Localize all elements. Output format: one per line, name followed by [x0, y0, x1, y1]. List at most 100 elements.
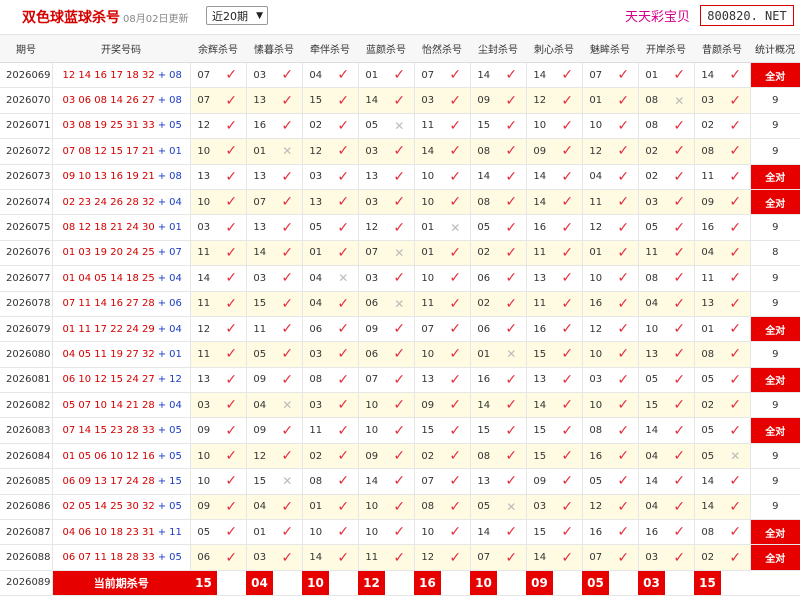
kill-number: 10: [190, 189, 217, 216]
check-icon: ✓: [385, 265, 415, 292]
check-icon: ✓: [553, 392, 583, 419]
plus-sign: +: [157, 171, 167, 183]
check-icon: ✓: [329, 240, 359, 267]
check-icon: ✓: [441, 392, 471, 419]
cross-icon: ✕: [273, 468, 303, 495]
check-icon: ✓: [721, 240, 751, 267]
check-icon: ✓: [217, 468, 247, 495]
check-icon: ✓: [609, 417, 639, 444]
red-balls: 07 08 12 15 17 21: [62, 145, 155, 157]
table-row: 2026086 02 05 14 25 30 32 +05 09 ✓ 04 ✓ 01 ✓ 10 ✓ 0…: [0, 494, 800, 521]
check-icon: ✓: [217, 164, 247, 190]
kill-table: 期号 开奖号码 余辉杀号 愫暮杀号 牵伴杀号 蓝颜杀号 怡然杀号 尘封杀号 刺心杀号 魅眸杀号 开岸…: [0, 35, 800, 596]
kill-number: 10: [414, 164, 441, 190]
draw-numbers: 06 10 12 15 24 27 +12: [52, 367, 191, 394]
stat-summary: 9: [750, 443, 800, 470]
check-icon: ✓: [497, 113, 527, 140]
kill-number: 14: [246, 240, 273, 267]
table-row: 2026082 05 07 10 14 21 28 +04 03 ✓ 04 ✕ 03 ✓ 10 ✓ 0…: [0, 392, 800, 419]
check-icon: ✓: [553, 138, 583, 165]
check-icon: ✓: [553, 291, 583, 317]
check-icon: ✓: [385, 544, 415, 571]
kill-number: 09: [190, 494, 217, 521]
kill-number: 13: [358, 164, 385, 190]
check-icon: ✓: [385, 392, 415, 419]
check-icon: ✓: [609, 87, 639, 114]
kill-number: 04: [694, 240, 721, 267]
red-balls: 07 11 14 16 27 28: [62, 298, 155, 310]
table-row: 2026078 07 11 14 16 27 28 +06 11 ✓ 15 ✓ 04 ✓ 06 ✕ 1…: [0, 291, 800, 317]
check-icon: ✓: [273, 316, 303, 343]
issue-number: 2026085: [0, 468, 53, 495]
red-balls: 06 10 12 15 24 27: [62, 374, 155, 386]
kill-number: 07: [470, 544, 497, 571]
plus-sign: +: [157, 399, 167, 411]
check-icon: ✓: [497, 138, 527, 165]
check-icon: ✓: [721, 494, 751, 521]
column-header: 开岸杀号: [638, 35, 694, 63]
kill-number: 07: [582, 62, 609, 89]
issue-number: 2026076: [0, 240, 53, 267]
kill-number: 06: [302, 316, 329, 343]
stat-summary: 全对: [750, 417, 800, 444]
check-icon: ✓: [217, 392, 247, 419]
kill-number: 15: [246, 291, 273, 317]
kill-number: 15: [526, 417, 553, 444]
issue-number: 2026083: [0, 417, 53, 444]
check-icon: ✓: [553, 519, 583, 546]
check-icon: ✓: [665, 494, 695, 521]
red-balls: 08 12 18 21 24 30: [62, 222, 155, 234]
site-logo[interactable]: 800820. NET: [700, 5, 794, 26]
current-kill-number: 16: [414, 570, 441, 596]
kill-number: 09: [414, 392, 441, 419]
kill-number: 10: [414, 265, 441, 292]
kill-number: 10: [582, 265, 609, 292]
kill-number: 08: [302, 468, 329, 495]
red-balls: 04 05 11 19 27 32: [62, 348, 155, 360]
column-header: 蓝颜杀号: [358, 35, 414, 63]
blank-cell: [329, 570, 358, 596]
kill-number: 12: [190, 316, 217, 343]
kill-number: 03: [190, 214, 217, 241]
check-icon: ✓: [385, 138, 415, 165]
check-icon: ✓: [385, 164, 415, 190]
kill-number: 12: [582, 316, 609, 343]
check-icon: ✓: [609, 138, 639, 165]
stat-summary: 9: [750, 265, 800, 292]
check-icon: ✓: [497, 214, 527, 241]
stat-summary: 9: [750, 392, 800, 419]
check-icon: ✓: [329, 113, 359, 140]
issue-number: 2026072: [0, 138, 53, 165]
check-icon: ✓: [721, 265, 751, 292]
kill-number: 15: [470, 417, 497, 444]
kill-number: 07: [414, 468, 441, 495]
blue-ball: 05: [169, 501, 182, 513]
kill-number: 08: [470, 189, 497, 216]
stat-summary: 9: [750, 214, 800, 241]
brand-name[interactable]: 天天彩宝贝: [625, 6, 690, 25]
check-icon: ✓: [217, 87, 247, 114]
check-icon: ✓: [721, 468, 751, 495]
update-date: 08月02日更新: [123, 14, 189, 25]
kill-number: 03: [638, 544, 665, 571]
check-icon: ✓: [329, 87, 359, 114]
period-select[interactable]: 近20期 ▼: [206, 6, 268, 25]
kill-number: 07: [358, 367, 385, 394]
blank-cell: [750, 570, 800, 596]
blue-ball: 15: [169, 475, 182, 487]
current-row: 2026089 当前期杀号 15 04 10 12 16 10 09 05 03 15: [0, 570, 800, 596]
stat-summary: 全对: [750, 62, 800, 89]
draw-numbers: 03 08 19 25 31 33 +05: [52, 113, 191, 140]
kill-number: 07: [246, 189, 273, 216]
check-icon: ✓: [665, 367, 695, 394]
red-balls: 06 09 13 17 24 28: [62, 475, 155, 487]
issue-number: 2026075: [0, 214, 53, 241]
kill-number: 14: [470, 62, 497, 89]
red-balls: 02 05 14 25 30 32: [62, 501, 155, 513]
current-kill-number: 10: [302, 570, 329, 596]
kill-number: 06: [358, 291, 385, 317]
check-icon: ✓: [329, 341, 359, 368]
table-row: 2026077 01 04 05 14 18 25 +04 14 ✓ 03 ✓ 04 ✕ 03 ✓ 1…: [0, 265, 800, 292]
plus-sign: +: [157, 272, 167, 284]
check-icon: ✓: [385, 214, 415, 241]
